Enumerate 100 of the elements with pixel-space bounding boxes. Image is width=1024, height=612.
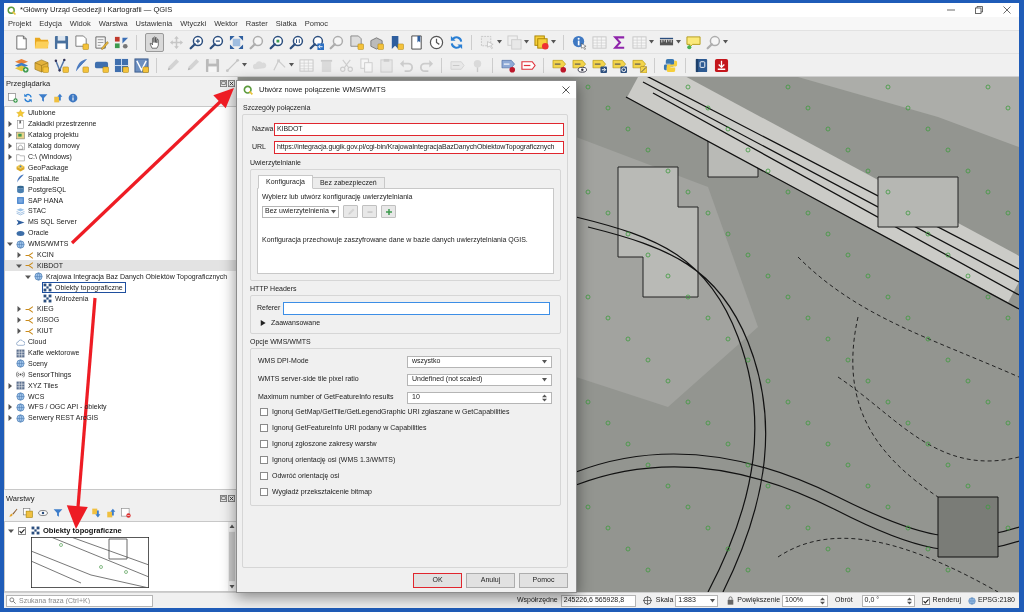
app-logo-icon [243, 84, 253, 95]
spin-arrows-icon[interactable] [542, 393, 547, 402]
database-icon [16, 185, 25, 195]
paintbrush-icon[interactable] [8, 508, 18, 518]
magnifier-icon[interactable] [288, 34, 304, 50]
label-icon[interactable] [591, 57, 607, 73]
spin-arrows-icon[interactable] [906, 596, 912, 605]
book-icon[interactable] [408, 34, 424, 50]
eye-icon[interactable] [38, 508, 48, 518]
checkbox[interactable] [260, 472, 268, 480]
arrow-down-icon[interactable] [91, 508, 101, 518]
close-icon[interactable] [562, 85, 570, 94]
page-icon[interactable] [73, 34, 89, 50]
caret-down-icon[interactable] [542, 359, 547, 364]
page-with-pencil-icon[interactable] [93, 34, 109, 50]
label-icon[interactable] [500, 57, 516, 73]
grid-icon[interactable] [113, 57, 129, 73]
pencil-icon [346, 207, 355, 216]
close-icon[interactable] [1003, 6, 1011, 14]
search-icon [9, 597, 16, 604]
refresh-icon[interactable] [23, 93, 33, 103]
checkerboard-icon [31, 526, 40, 535]
filter-icon[interactable] [38, 93, 48, 103]
filter-icon[interactable] [53, 508, 63, 518]
caret-right-icon[interactable] [6, 153, 14, 161]
box-icon[interactable] [133, 57, 149, 73]
checkbox[interactable] [260, 408, 268, 416]
checkerboard-icon [43, 294, 52, 304]
caret-right-icon[interactable] [15, 327, 23, 336]
polyline-icon[interactable] [53, 57, 69, 73]
expand-arrows-icon[interactable] [228, 34, 244, 50]
caret-down-icon[interactable] [542, 377, 547, 382]
magnifier-icon[interactable] [308, 34, 324, 50]
arrow-up-icon[interactable] [106, 508, 116, 518]
page-icon[interactable] [13, 34, 29, 50]
feather-icon[interactable] [73, 57, 89, 73]
download-icon[interactable] [713, 57, 729, 73]
cube-icon[interactable] [368, 34, 384, 50]
refresh-icon[interactable] [448, 34, 464, 50]
remove-icon[interactable] [121, 508, 131, 518]
checkbox[interactable] [260, 488, 268, 496]
caret-right-icon[interactable] [15, 316, 23, 325]
app-logo-icon [7, 5, 16, 15]
plus-icon [384, 207, 393, 216]
scrollbar[interactable] [228, 522, 236, 591]
book-icon[interactable] [693, 57, 709, 73]
zoom-out-icon[interactable] [208, 34, 224, 50]
close-icon[interactable] [228, 80, 235, 87]
caret-right-icon[interactable] [6, 403, 14, 412]
folder-icon [16, 152, 25, 162]
label-icon[interactable] [551, 57, 567, 73]
caret-right-icon[interactable] [6, 142, 14, 151]
caret-right-icon[interactable] [6, 131, 14, 140]
interlocking-shapes-icon[interactable] [662, 57, 678, 73]
stacked-pages-icon[interactable] [23, 508, 33, 518]
arrow-up-icon[interactable] [53, 93, 63, 103]
globe-icon [16, 359, 25, 369]
checkbox[interactable] [260, 456, 268, 464]
globe-icon [16, 413, 25, 423]
caret-down-icon[interactable] [550, 40, 556, 44]
fork-icon [25, 315, 34, 325]
lock-icon[interactable] [727, 596, 735, 605]
caret-right-icon[interactable] [6, 414, 14, 423]
grid-icon [16, 348, 25, 358]
fork-icon [25, 326, 34, 336]
hand-icon[interactable] [144, 32, 164, 52]
checkbox[interactable] [260, 440, 268, 448]
float-icon[interactable] [220, 80, 227, 87]
checkbox[interactable] [921, 596, 930, 605]
globe-icon [16, 392, 25, 402]
magnifier-icon[interactable] [268, 34, 284, 50]
float-icon[interactable] [220, 495, 227, 502]
info-icon[interactable] [68, 93, 78, 103]
text-field[interactable] [283, 302, 550, 315]
checkbox[interactable] [18, 526, 26, 535]
caret-right-icon[interactable] [6, 120, 14, 129]
restore-icon[interactable] [975, 6, 983, 14]
add-icon[interactable] [8, 93, 18, 103]
label-icon[interactable] [611, 57, 627, 73]
sigma-icon[interactable] [611, 34, 627, 50]
close-icon[interactable] [228, 495, 235, 502]
caret-down-icon[interactable] [675, 40, 681, 44]
label-icon[interactable] [571, 57, 587, 73]
shapes-icon[interactable] [113, 34, 129, 50]
house-icon [16, 141, 25, 151]
caret-down-icon[interactable] [710, 598, 716, 603]
broadcast-icon [16, 370, 25, 380]
zoom-in-icon[interactable] [188, 34, 204, 50]
layers-icon[interactable] [13, 57, 29, 73]
checkbox[interactable] [260, 424, 268, 432]
caret-right-icon[interactable] [6, 381, 14, 390]
info-icon[interactable] [571, 34, 587, 50]
clock-icon[interactable] [428, 34, 444, 50]
grid-icon [16, 381, 25, 391]
stacked-squares-icon[interactable] [533, 34, 549, 50]
caret-right-icon[interactable] [15, 305, 23, 314]
crosshair-icon[interactable] [642, 596, 652, 605]
caret-down-icon[interactable] [331, 209, 336, 214]
package-icon [16, 163, 25, 173]
spin-arrows-icon[interactable] [820, 596, 826, 605]
